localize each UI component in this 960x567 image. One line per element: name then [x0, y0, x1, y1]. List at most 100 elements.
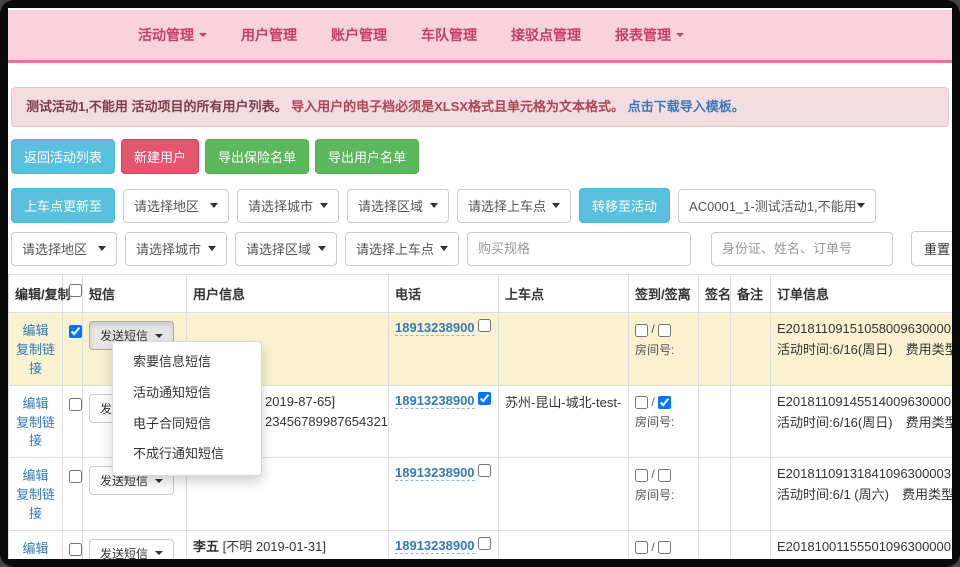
phone-checkbox[interactable] — [478, 537, 491, 550]
nav-item-label: 接驳点管理 — [511, 25, 581, 45]
row-checkbox[interactable] — [69, 470, 82, 483]
checkout-checkbox[interactable] — [658, 324, 671, 337]
caret-down-icon — [155, 551, 163, 555]
nav-item-account-mgmt[interactable]: 账户管理 — [331, 25, 387, 45]
export-insurance-list-button[interactable]: 导出保险名单 — [205, 139, 309, 174]
order-info-cell: E201810011555010963000003 活动时间:6/16(周日) … — [771, 530, 953, 559]
phone-link[interactable]: 18913238900 — [395, 465, 475, 481]
filter-district-select[interactable]: 请选择区域 — [235, 232, 337, 266]
edit-link[interactable]: 编辑 — [22, 322, 48, 341]
phone-cell: 18913238900 — [389, 458, 499, 531]
col-header-note: 备注 — [731, 275, 771, 313]
edit-copy-cell: 编辑 复制链接 — [9, 530, 63, 559]
table-header-row: 编辑/复制 短信 用户信息 电话 上车点 签到/签离 签名 备注 订单信息 — [9, 275, 953, 313]
phone-link[interactable]: 18913238900 — [395, 538, 475, 554]
order-details: 活动时间:6/16(周日) 费用类型 — [777, 413, 952, 434]
filter-pickup-point-select[interactable]: 请选择上车点 — [345, 232, 459, 266]
menu-item-activity-notice-sms[interactable]: 活动通知短信 — [113, 378, 261, 409]
alert-title: 测试活动1,不能用 活动项目的所有用户列表。 — [26, 99, 287, 114]
checkin-checkbox[interactable] — [635, 469, 648, 482]
copy-link[interactable]: 复制链接 — [15, 414, 56, 452]
city-select[interactable]: 请选择城市 — [237, 189, 339, 223]
col-header-signature: 签名 — [699, 275, 731, 313]
purchase-spec-input[interactable] — [467, 232, 691, 266]
edit-link[interactable]: 编辑 — [22, 395, 48, 414]
select-all-checkbox[interactable] — [69, 284, 82, 297]
checkout-checkbox[interactable] — [658, 469, 671, 482]
col-header-sign: 签到/签离 — [629, 275, 699, 313]
row-checkbox[interactable] — [69, 325, 82, 338]
filter-city-select[interactable]: 请选择城市 — [125, 232, 227, 266]
room-number-label: 房间号: — [635, 557, 692, 559]
back-to-activity-list-button[interactable]: 返回活动列表 — [11, 139, 115, 174]
download-template-link[interactable]: 点击下载导入模板。 — [628, 99, 745, 114]
checkin-checkbox[interactable] — [635, 541, 648, 554]
target-activity-select[interactable]: AC0001_1-测试活动1,不能用 — [678, 189, 876, 223]
new-user-button[interactable]: 新建用户 — [121, 139, 199, 174]
note-cell — [731, 530, 771, 559]
order-details: 活动时间:6/1 (周六) 费用类型 — [777, 485, 952, 506]
row-checkbox[interactable] — [69, 543, 82, 556]
menu-item-request-info-sms[interactable]: 索要信息短信 — [113, 347, 261, 378]
user-name-rest: [不明 2019-01-31] — [219, 539, 326, 554]
nav-item-user-mgmt[interactable]: 用户管理 — [241, 25, 297, 45]
phone-link[interactable]: 18913238900 — [395, 393, 475, 409]
phone-link[interactable]: 18913238900 — [395, 320, 475, 336]
signature-cell — [699, 385, 731, 458]
menu-item-e-contract-sms[interactable]: 电子合同短信 — [113, 409, 261, 440]
copy-link[interactable]: 复制链接 — [15, 341, 56, 379]
nav-item-activity-mgmt[interactable]: 活动管理 — [138, 25, 207, 45]
phone-checkbox[interactable] — [478, 392, 491, 405]
filter-region-select[interactable]: 请选择地区 — [11, 232, 117, 266]
region-select[interactable]: 请选择地区 — [123, 189, 229, 223]
phone-checkbox[interactable] — [478, 319, 491, 332]
checkout-checkbox[interactable] — [658, 541, 671, 554]
update-pickup-point-button[interactable]: 上车点更新至 — [11, 188, 115, 223]
edit-copy-cell: 编辑 复制链接 — [9, 313, 63, 386]
note-cell — [731, 385, 771, 458]
caret-down-icon — [430, 203, 438, 208]
export-user-list-button[interactable]: 导出用户名单 — [315, 139, 419, 174]
search-input[interactable] — [711, 232, 893, 266]
select-value: AC0001_1-测试活动1,不能用 — [689, 196, 857, 215]
row-checkbox[interactable] — [69, 398, 82, 411]
checkin-checkbox[interactable] — [635, 324, 648, 337]
row-checkbox-cell — [63, 458, 83, 531]
pickup-cell — [499, 458, 629, 531]
pickup-update-row: 上车点更新至 请选择地区 请选择城市 请选择区域 请选择上车点 转移至活动 AC… — [11, 188, 949, 223]
send-sms-button[interactable]: 发送短信 — [89, 539, 174, 559]
order-number: E201810011555010963000003 — [777, 537, 952, 558]
signature-cell — [699, 313, 731, 386]
order-info-cell: E201811091318410963000031 活动时间:6/1 (周六) … — [771, 458, 953, 531]
phone-checkbox[interactable] — [478, 464, 491, 477]
transfer-to-activity-button[interactable]: 转移至活动 — [579, 188, 670, 223]
send-sms-label: 发送短信 — [100, 545, 148, 559]
alert-banner: 测试活动1,不能用 活动项目的所有用户列表。 导入用户的电子档必须是XLSX格式… — [11, 87, 949, 127]
nav-item-shuttle-point-mgmt[interactable]: 接驳点管理 — [511, 25, 581, 45]
edit-link[interactable]: 编辑 — [22, 540, 48, 559]
col-header-sms: 短信 — [83, 275, 187, 313]
nav-item-report-mgmt[interactable]: 报表管理 — [615, 25, 684, 45]
row-checkbox-cell — [63, 313, 83, 386]
caret-down-icon — [320, 203, 328, 208]
edit-copy-cell: 编辑 复制链接 — [9, 458, 63, 531]
pickup-point-select[interactable]: 请选择上车点 — [457, 189, 571, 223]
nav-item-fleet-mgmt[interactable]: 车队管理 — [421, 25, 477, 45]
nav-item-label: 报表管理 — [615, 25, 671, 45]
caret-down-icon — [857, 203, 865, 208]
checkout-checkbox[interactable] — [658, 396, 671, 409]
edit-link[interactable]: 编辑 — [22, 467, 48, 486]
col-header-order: 订单信息 — [771, 275, 953, 313]
action-button-row: 返回活动列表 新建用户 导出保险名单 导出用户名单 — [11, 139, 949, 174]
menu-item-cancellation-notice-sms[interactable]: 不成行通知短信 — [113, 439, 261, 470]
district-select[interactable]: 请选择区域 — [347, 189, 449, 223]
order-details: 活动时间:6/16(周日) 费用类型 — [777, 340, 952, 361]
caret-down-icon — [210, 203, 218, 208]
alert-message: 导入用户的电子档必须是XLSX格式且单元格为文本格式。 — [291, 99, 624, 114]
checkin-checkbox[interactable] — [635, 396, 648, 409]
row-checkbox-cell — [63, 385, 83, 458]
copy-link[interactable]: 复制链接 — [15, 486, 56, 524]
reset-button[interactable]: 重置 — [911, 231, 952, 266]
nav-item-label: 账户管理 — [331, 25, 387, 45]
nav-divider — [8, 60, 952, 63]
